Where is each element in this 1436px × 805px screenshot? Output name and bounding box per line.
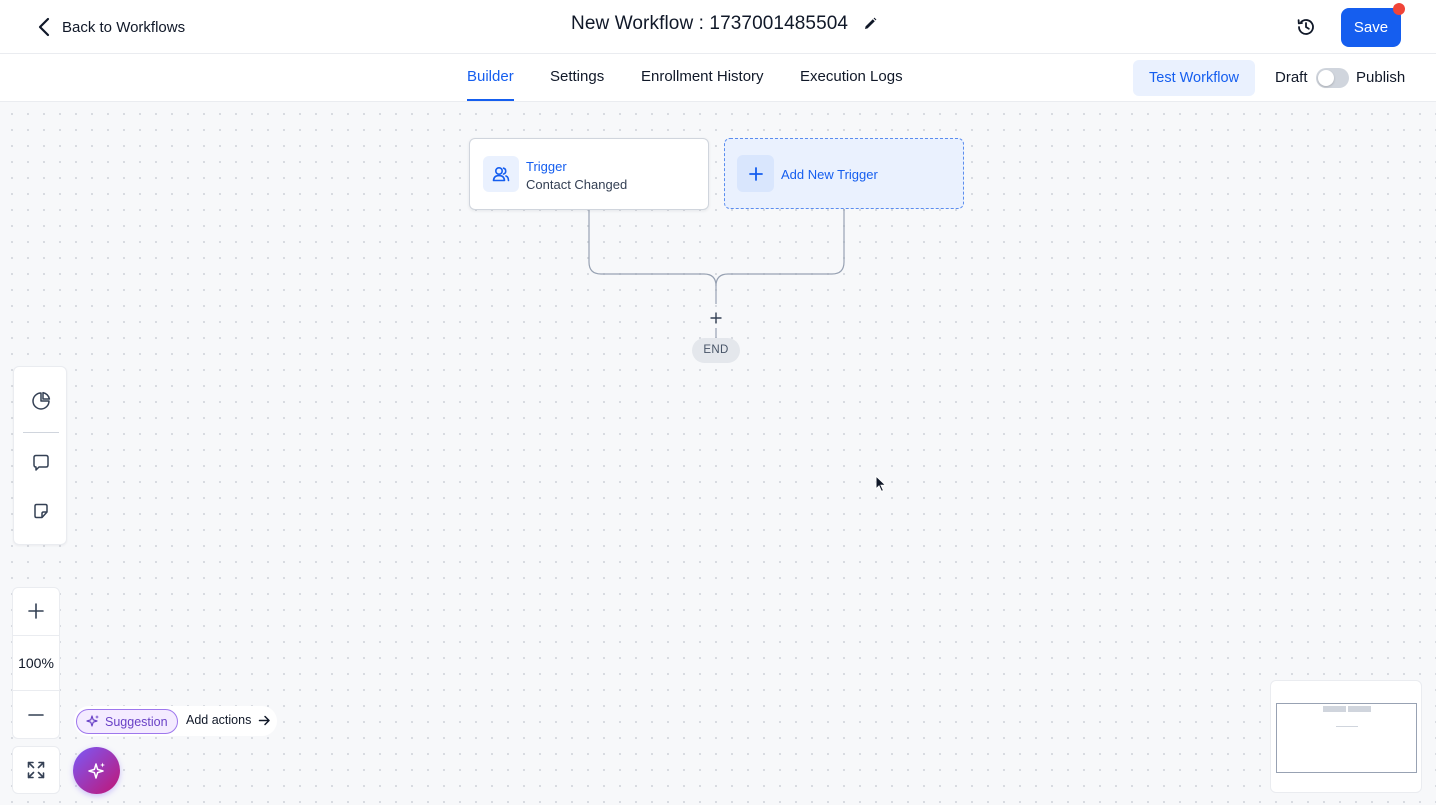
trigger-title: Trigger [526,159,567,174]
zoom-out-icon[interactable] [13,692,59,738]
end-node: END [692,338,740,363]
toggle-knob [1318,70,1334,86]
expand-icon[interactable] [12,746,60,794]
minimap-trigger-node [1323,706,1346,712]
tab-enrollment-history[interactable]: Enrollment History [641,54,764,101]
suggestion-chip[interactable]: Suggestion [76,709,178,734]
pie-chart-icon[interactable] [28,388,54,414]
test-workflow-button[interactable]: Test Workflow [1133,60,1255,96]
pencil-icon[interactable] [862,16,878,32]
trigger-node[interactable]: Trigger Contact Changed [469,138,709,210]
workflow-title-group: New Workflow : 1737001485504 [571,13,878,35]
minimap-end-node [1336,726,1358,727]
minimap-add-trigger-node [1348,706,1371,712]
add-action-plus-icon[interactable] [706,308,726,328]
tab-execution-logs[interactable]: Execution Logs [800,54,903,101]
minimap-viewport[interactable] [1276,703,1417,773]
add-new-trigger-button[interactable]: Add New Trigger [724,138,964,209]
workflow-title: New Workflow : 1737001485504 [571,13,849,34]
back-label: Back to Workflows [62,18,186,36]
canvas-tool-panel [13,366,67,545]
arrow-right-icon [259,715,271,725]
workflow-canvas[interactable]: Trigger Contact Changed Add New Trigger … [0,102,1436,805]
draft-label: Draft [1275,69,1308,86]
tool-divider [23,432,59,433]
users-icon [483,156,519,192]
sticky-note-icon[interactable] [28,498,54,524]
ai-assistant-button[interactable] [73,747,120,794]
tab-settings[interactable]: Settings [550,54,604,101]
top-bar: Back to Workflows New Workflow : 1737001… [0,0,1436,54]
suggestion-bar: Suggestion Add actions [74,706,277,736]
sparkle-icon [87,762,105,779]
mouse-cursor-icon [875,475,887,493]
add-actions-link[interactable]: Add actions [186,713,271,727]
add-new-trigger-label: Add New Trigger [781,167,878,182]
minimap[interactable] [1270,680,1422,793]
comment-icon[interactable] [28,450,54,476]
back-to-workflows-link[interactable]: Back to Workflows [36,14,185,40]
tab-bar: Builder Settings Enrollment History Exec… [0,54,1436,102]
connector-lines [588,209,845,338]
trigger-subtitle: Contact Changed [526,177,628,192]
chevron-left-icon [36,17,52,37]
unsaved-changes-badge [1393,3,1405,15]
zoom-in-icon[interactable] [13,588,59,634]
plus-icon [737,155,774,192]
history-icon[interactable] [1294,15,1318,39]
zoom-controls: 100% [12,587,60,739]
suggestion-chip-label: Suggestion [105,714,168,729]
tab-builder[interactable]: Builder [467,54,514,101]
add-actions-label: Add actions [186,713,252,727]
save-button[interactable]: Save [1341,8,1401,47]
publish-label: Publish [1356,69,1406,86]
zoom-level: 100% [13,635,59,691]
publish-toggle[interactable] [1316,68,1349,88]
sparkle-icon [86,715,99,727]
